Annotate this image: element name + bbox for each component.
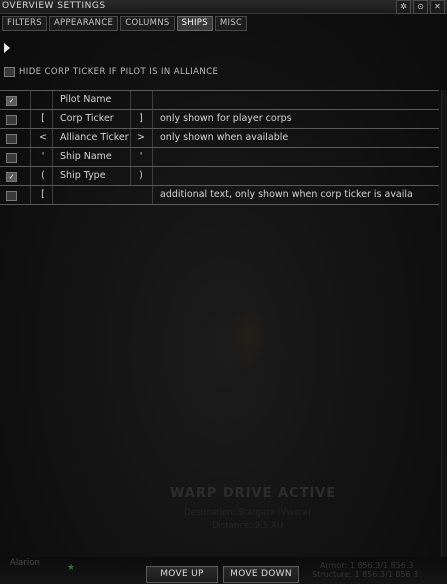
table-row[interactable]: ✓ ( Ship Type ) [0, 167, 439, 186]
row-prefix[interactable]: ' [38, 148, 48, 166]
ship-label-table: ✓ Pilot Name [ Corp Ticker ] only shown … [0, 90, 439, 205]
row-checkbox[interactable]: ✓ [6, 96, 17, 106]
row-prefix[interactable]: [ [38, 186, 48, 204]
scrollbar[interactable] [441, 90, 447, 560]
row-prefix[interactable] [38, 91, 48, 109]
row-suffix[interactable]: ] [136, 110, 146, 128]
row-prefix[interactable]: < [38, 129, 48, 147]
tab-ships[interactable]: SHIPS [176, 16, 213, 31]
table-row[interactable]: ' Ship Name ' [0, 148, 439, 167]
table-row[interactable]: [ additional text, only shown when corp … [0, 186, 439, 205]
hide-corp-ticker-label: HIDE CORP TICKER IF PILOT IS IN ALLIANCE [19, 67, 219, 77]
row-prefix[interactable]: ( [38, 167, 48, 185]
hide-corp-ticker-checkbox[interactable] [4, 67, 15, 77]
pilot-name: Alarion [10, 558, 40, 568]
window-title: OVERVIEW SETTINGS [2, 1, 106, 11]
row-checkbox[interactable] [6, 134, 17, 144]
move-up-button[interactable]: MOVE UP [146, 566, 218, 583]
options-icon[interactable]: ✲ [396, 0, 411, 14]
tab-misc[interactable]: MISC [214, 16, 248, 31]
structure-readout: Structure: 1 856.3/1 856.3 [312, 570, 419, 579]
row-label: Corp Ticker [60, 113, 114, 124]
overview-settings-window: WARP DRIVE ACTIVE Destination: Stargate … [0, 0, 447, 584]
close-icon[interactable]: ✕ [430, 0, 445, 14]
row-label: Ship Type [60, 170, 106, 181]
armor-readout: Armor: 1 856.3/1 856.3 [320, 561, 414, 570]
row-checkbox[interactable] [6, 115, 17, 125]
tab-filters[interactable]: FILTERS [2, 16, 47, 31]
table-row[interactable]: [ Corp Ticker ] only shown for player co… [0, 110, 439, 129]
row-description: only shown for player corps [160, 113, 292, 124]
row-suffix[interactable]: > [136, 129, 146, 147]
table-row[interactable]: < Alliance Ticker > only shown when avai… [0, 129, 439, 148]
row-label: Ship Name [60, 151, 112, 162]
warp-destination-text: Destination: Stargate (Vwera) [184, 508, 311, 518]
warp-distance-text: Distance: 9.5 AU [212, 521, 283, 531]
row-description: only shown when available [160, 132, 289, 143]
row-label: Pilot Name [60, 94, 112, 105]
row-checkbox[interactable] [6, 153, 17, 163]
row-checkbox[interactable] [6, 191, 17, 201]
row-prefix[interactable]: [ [38, 110, 48, 128]
row-suffix[interactable]: ) [136, 167, 146, 185]
minimize-icon[interactable]: ⊙ [413, 0, 428, 14]
tab-appearance[interactable]: APPEARANCE [48, 16, 119, 31]
warp-status-text: WARP DRIVE ACTIVE [170, 486, 337, 501]
row-description: additional text, only shown when corp ti… [160, 189, 413, 200]
row-suffix[interactable] [136, 91, 146, 109]
row-suffix[interactable]: ' [136, 148, 146, 166]
tab-columns[interactable]: COLUMNS [120, 16, 175, 31]
move-down-button[interactable]: MOVE DOWN [223, 566, 299, 583]
row-checkbox[interactable]: ✓ [6, 172, 17, 182]
table-row[interactable]: ✓ Pilot Name [0, 91, 439, 110]
settings-tabs: FILTERS APPEARANCE COLUMNS SHIPS MISC [2, 16, 248, 31]
row-suffix[interactable] [136, 186, 146, 204]
hide-corp-ticker-option[interactable]: HIDE CORP TICKER IF PILOT IS IN ALLIANCE [4, 67, 218, 77]
expand-arrow-icon[interactable] [4, 43, 10, 53]
title-bar[interactable]: OVERVIEW SETTINGS ✲ ⊙ ✕ [0, 0, 447, 14]
star-icon: ★ [67, 563, 76, 573]
window-controls: ✲ ⊙ ✕ [396, 0, 445, 14]
row-label: Alliance Ticker [60, 132, 129, 143]
background-ship-silhouette [230, 300, 270, 370]
